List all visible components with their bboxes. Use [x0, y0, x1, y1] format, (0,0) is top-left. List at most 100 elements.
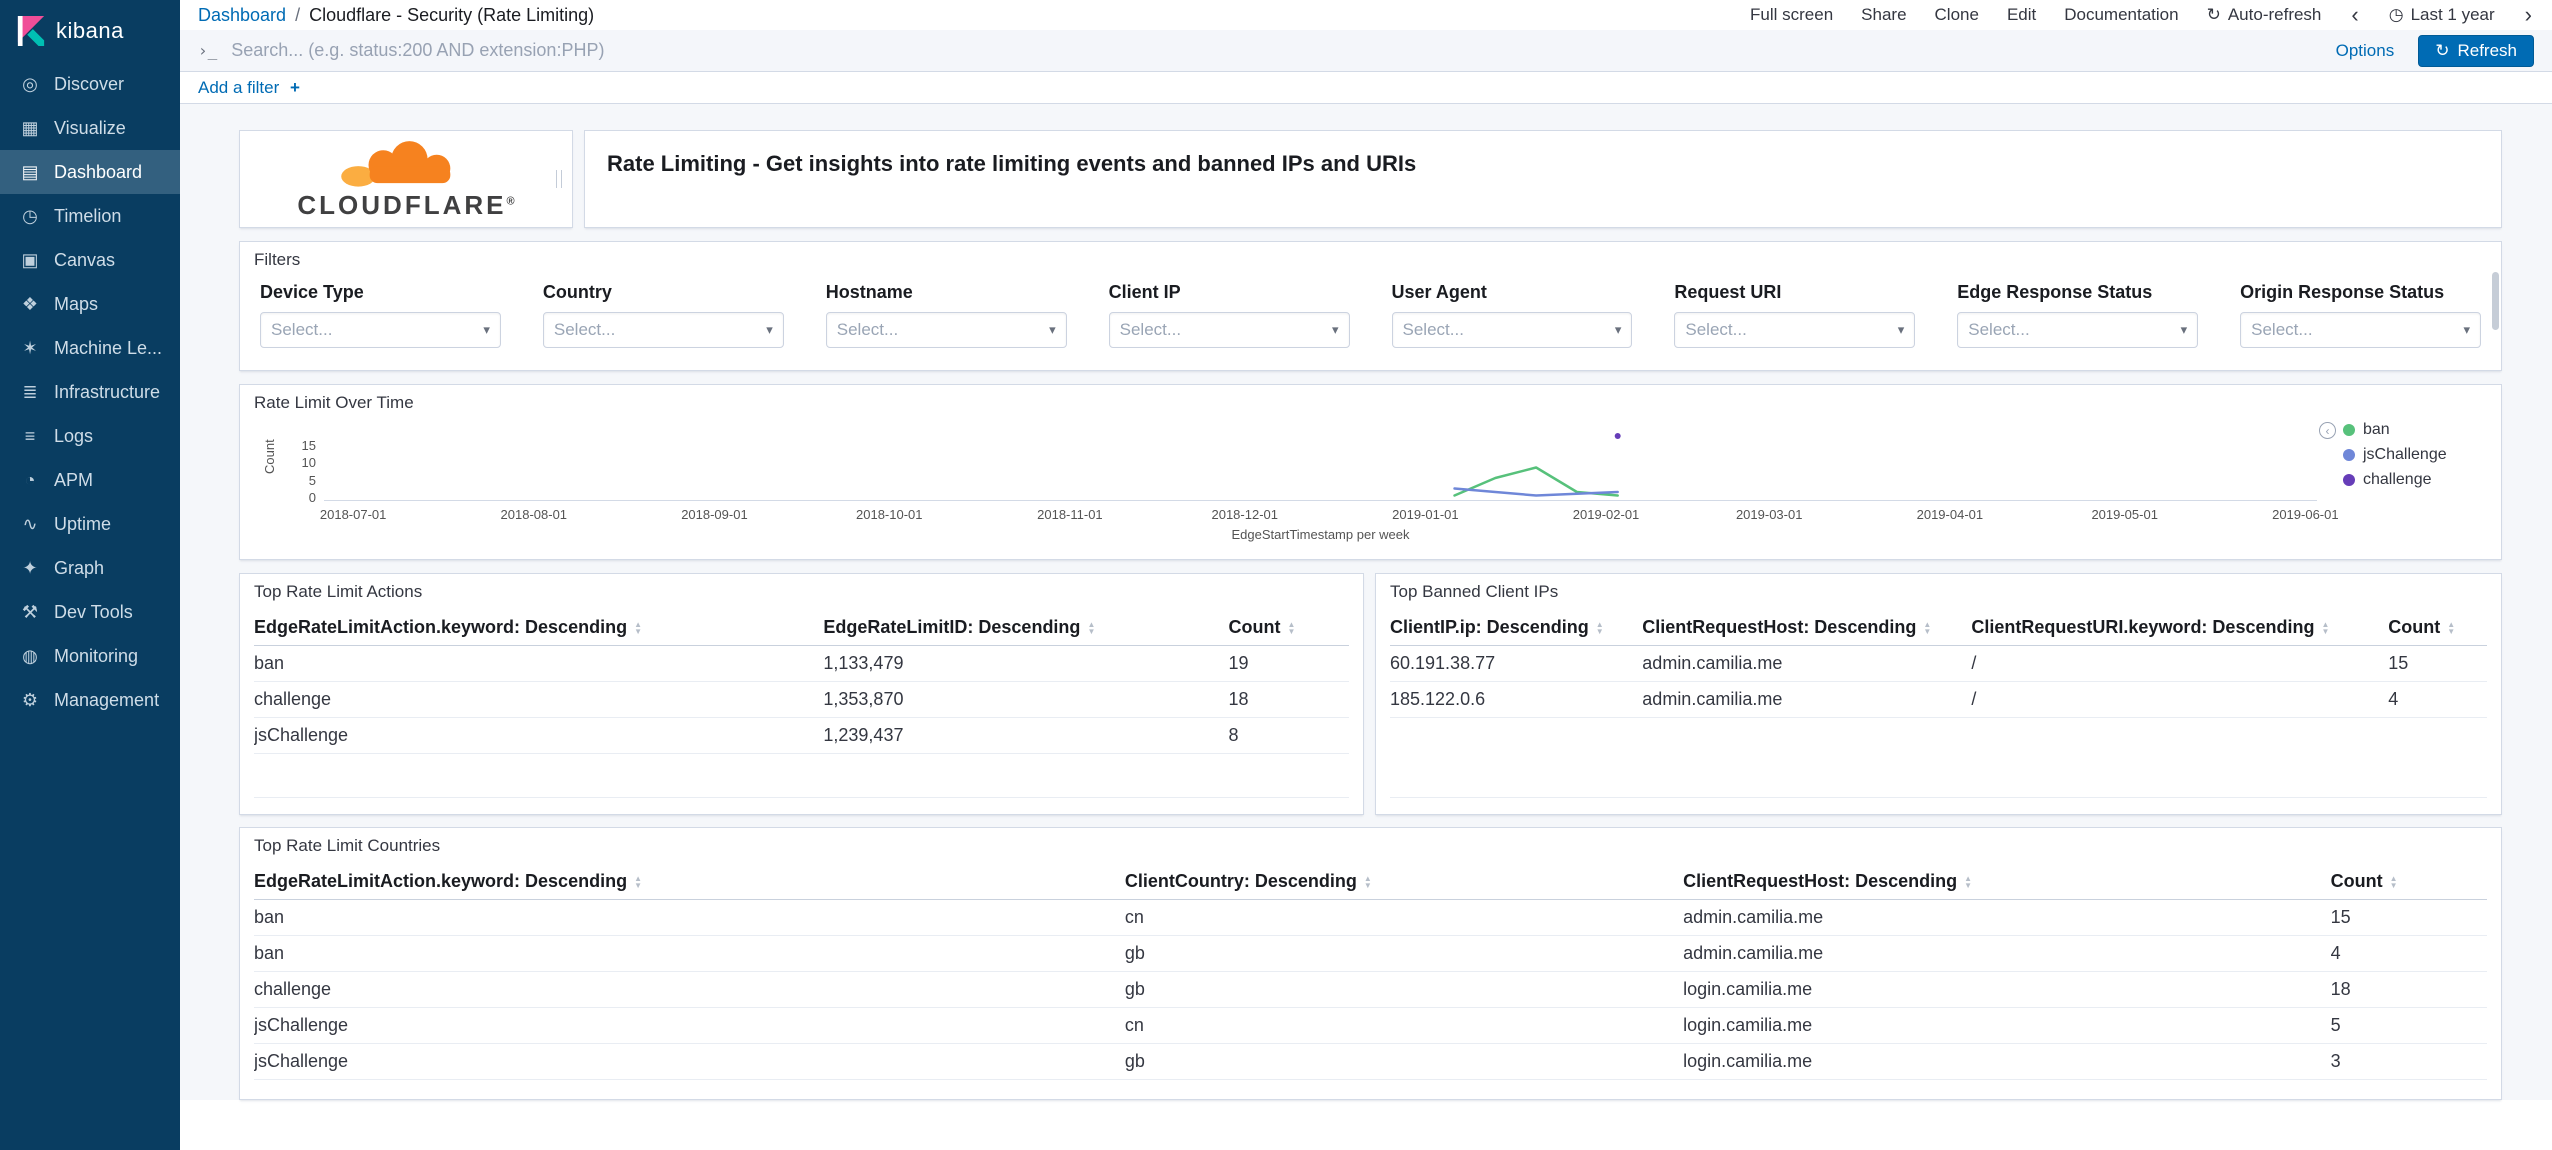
auto-refresh-button[interactable]: ↻ Auto-refresh	[2207, 5, 2322, 25]
sidebar-item-canvas[interactable]: ▣ Canvas	[0, 238, 180, 282]
sort-icon: ▲ ▼	[1923, 619, 1932, 636]
sidebar-item-management[interactable]: ⚙ Management	[0, 678, 180, 722]
table-cell: challenge	[254, 689, 332, 709]
column-header-count[interactable]: Count ▲ ▼	[2331, 864, 2487, 899]
legend-toggle-icon[interactable]: ‹	[2319, 422, 2336, 439]
legend-color-dot	[2343, 449, 2355, 461]
sidebar-item-label: Dashboard	[54, 161, 143, 182]
legend-item-ban[interactable]: ban	[2343, 421, 2487, 439]
filter-select-edge-response-status[interactable]: Select... ▾	[1957, 312, 2199, 348]
table-cell: 60.191.38.77	[1390, 653, 1496, 673]
header-action-share[interactable]: Share	[1861, 5, 1906, 25]
chevron-down-icon: ▾	[1614, 322, 1622, 337]
query-options-link[interactable]: Options	[2336, 41, 2395, 61]
sidebar-item-logs[interactable]: ≡ Logs	[0, 414, 180, 458]
filter-group-hostname: Hostname Select... ▾	[825, 282, 1067, 348]
sidebar-item-infrastructure[interactable]: ≣ Infrastructure	[0, 370, 180, 414]
sidebar-item-visualize[interactable]: ▦ Visualize	[0, 106, 180, 150]
time-next-icon[interactable]: ›	[2523, 4, 2534, 26]
time-prev-icon[interactable]: ‹	[2349, 4, 2360, 26]
sidebar-item-uptime[interactable]: ∿ Uptime	[0, 502, 180, 546]
column-header-edgeratelimitaction-keyword-descending[interactable]: EdgeRateLimitAction.keyword: Descending ▲…	[254, 610, 823, 645]
sidebar-item-monitoring[interactable]: ◍ Monitoring	[0, 634, 180, 678]
chart-yaxis: Count 15 10 5 0	[254, 421, 324, 506]
filter-select-country[interactable]: Select... ▾	[542, 312, 784, 348]
column-header-label: Count	[2388, 617, 2441, 637]
sidebar-item-machine-le[interactable]: ✶ Machine Le...	[0, 326, 180, 370]
sidebar-item-dev-tools[interactable]: ⚒ Dev Tools	[0, 590, 180, 634]
column-header-count[interactable]: Count ▲ ▼	[1229, 610, 1349, 645]
column-header-label: ClientRequestHost: Descending	[1683, 871, 1958, 891]
filter-select-user-agent[interactable]: Select... ▾	[1391, 312, 1633, 348]
search-input[interactable]	[231, 40, 2322, 61]
kibana-k-icon	[17, 16, 45, 46]
sidebar-item-label: Maps	[54, 293, 99, 314]
sidebar-item-maps[interactable]: ❖ Maps	[0, 282, 180, 326]
sidebar-item-timelion[interactable]: ◷ Timelion	[0, 194, 180, 238]
column-header-count[interactable]: Count ▲ ▼	[2388, 610, 2487, 645]
filter-select-origin-response-status[interactable]: Select... ▾	[2240, 312, 2481, 348]
table-cell: gb	[1124, 979, 1145, 999]
sidebar-item-label: Timelion	[54, 205, 122, 226]
panel-top-rate-limit-countries: Top Rate Limit Countries EdgeRateLimitAc…	[239, 827, 2502, 1100]
auto-refresh-label: Auto-refresh	[2227, 5, 2322, 24]
sidebar-item-label: Management	[54, 689, 160, 710]
global-nav-sidebar: kibana ◎ Discover ▦ Visualize ▤ Dashboard ◷ Tim…	[0, 0, 180, 1150]
sidebar-item-apm[interactable]: ◔ APM	[0, 458, 180, 502]
header-action-edit[interactable]: Edit	[2007, 5, 2036, 25]
table-cell: admin.camilia.me	[1683, 907, 1824, 927]
infrastructure-stack-icon: ≣	[22, 381, 38, 402]
panel-top-banned-client-ips: Top Banned Client IPs ClientIP.ip: Desce…	[1375, 573, 2502, 815]
kibana-logo[interactable]: kibana	[0, 0, 180, 62]
column-header-clientip-ip-descending[interactable]: ClientIP.ip: Descending ▲ ▼	[1390, 610, 1642, 645]
column-header-edgeratelimitaction-keyword-descending[interactable]: EdgeRateLimitAction.keyword: Descending ▲…	[254, 864, 1125, 899]
sort-icon: ▲ ▼	[634, 619, 642, 636]
column-header-edgeratelimitid-descending[interactable]: EdgeRateLimitID: Descending ▲ ▼	[823, 610, 1228, 645]
header-action-clone[interactable]: Clone	[1935, 5, 1979, 25]
main-column: Dashboard / Cloudflare - Security (Rate …	[180, 0, 2552, 1150]
panel-drag-handle[interactable]	[556, 170, 562, 188]
machine-learning-icon: ✶	[22, 337, 38, 358]
legend-item-challenge[interactable]: challenge	[2343, 471, 2487, 489]
header-actions: Full screen Share Clone Edit Documentation ↻…	[1750, 4, 2534, 26]
column-header-clientrequesthost-descending[interactable]: ClientRequestHost: Descending ▲ ▼	[1642, 610, 1971, 645]
chevron-down-icon: ▾	[1049, 322, 1056, 337]
header-action-documentation[interactable]: Documentation	[2064, 5, 2178, 25]
legend-item-jschallenge[interactable]: jsChallenge	[2343, 446, 2487, 464]
rate-limit-chart-canvas	[324, 421, 2317, 505]
column-header-clientcountry-descending[interactable]: ClientCountry: Descending ▲ ▼	[1125, 864, 1683, 899]
panel-title: Top Rate Limit Countries	[254, 836, 441, 855]
clock-icon: ◷	[2388, 5, 2404, 24]
filter-label: Device Type	[260, 282, 364, 302]
table-row: 60.191.38.77 admin.camilia.me / 15	[1390, 646, 2487, 682]
management-gear-icon: ⚙	[21, 689, 39, 710]
filter-select-client-ip[interactable]: Select... ▾	[1108, 312, 1350, 348]
sidebar-item-graph[interactable]: ✦ Graph	[0, 546, 180, 590]
refresh-button[interactable]: ↻ Refresh	[2418, 34, 2534, 67]
time-picker-button[interactable]: ◷ Last 1 year	[2389, 5, 2495, 25]
sidebar-item-discover[interactable]: ◎ Discover	[0, 62, 180, 106]
filter-group-origin-response-status: Origin Response Status Select... ▾	[2240, 282, 2481, 348]
column-header-label: EdgeRateLimitAction.keyword: Descending	[254, 871, 628, 891]
filter-select-hostname[interactable]: Select... ▾	[825, 312, 1067, 348]
add-filter-link[interactable]: Add a filter +	[198, 78, 300, 98]
column-header-label: Count	[1228, 617, 1281, 637]
filters-scrollbar-thumb[interactable]	[2492, 272, 2499, 330]
sort-icon: ▲ ▼	[1363, 873, 1372, 890]
dev-tools-wrench-icon: ⚒	[21, 601, 39, 622]
column-header-clientrequesthost-descending[interactable]: ClientRequestHost: Descending ▲ ▼	[1683, 864, 2331, 899]
sidebar-item-label: APM	[54, 469, 94, 490]
breadcrumb-dashboard-link[interactable]: Dashboard	[198, 5, 286, 26]
dashboard-content: CLOUDFLARE® Rate Limiting - Get insights…	[180, 104, 2552, 1100]
breadcrumb-current: Cloudflare - Security (Rate Limiting)	[309, 4, 595, 25]
header-action-full-screen[interactable]: Full screen	[1750, 5, 1833, 25]
sidebar-item-dashboard[interactable]: ▤ Dashboard	[0, 150, 180, 194]
filter-select-device-type[interactable]: Select... ▾	[260, 312, 501, 348]
filter-label: Client IP	[1108, 282, 1181, 302]
filter-label: Origin Response Status	[2240, 282, 2445, 302]
chevron-down-icon: ▾	[483, 322, 490, 337]
column-header-clientrequesturi-keyword-descending[interactable]: ClientRequestURI.keyword: Descending ▲ ▼	[1971, 610, 2388, 645]
filters-row: Device Type Select... ▾ Country Select... ▾ Ho…	[240, 278, 2501, 348]
y-axis-tick: 5	[308, 472, 316, 488]
filter-select-request-uri[interactable]: Select... ▾	[1674, 312, 1916, 348]
